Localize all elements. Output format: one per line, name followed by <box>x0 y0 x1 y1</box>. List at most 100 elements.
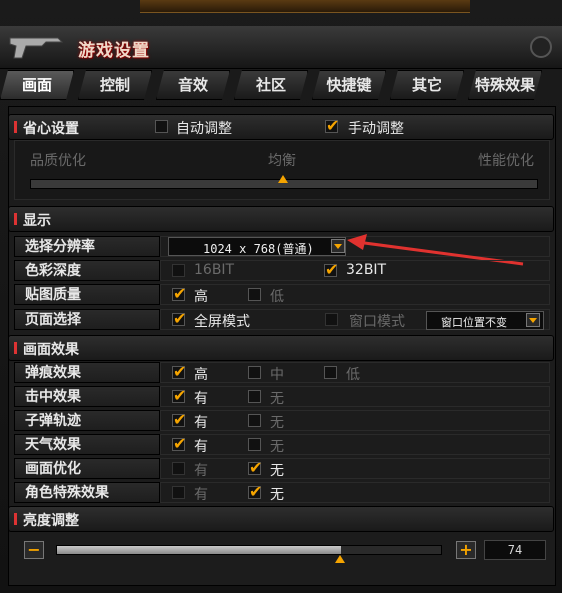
hit-effect-off-checkbox[interactable] <box>248 390 261 403</box>
hit-effect-on-label: 有 <box>194 391 208 407</box>
weather-effect-off-label: 无 <box>270 439 284 455</box>
section-marker <box>14 513 17 525</box>
hit-effect-row <box>160 386 550 407</box>
preset-slider-thumb[interactable] <box>278 175 288 183</box>
manual-adjust-checkbox[interactable] <box>325 116 339 135</box>
hit-effect-on-checkbox[interactable] <box>172 386 186 405</box>
color-depth-label: 色彩深度 <box>14 260 160 281</box>
screen-optimization-off-checkbox[interactable] <box>248 458 262 477</box>
display-header-label: 显示 <box>23 213 51 229</box>
screen-optimization-off-label: 无 <box>270 463 284 479</box>
bullet-marks-low-checkbox[interactable] <box>324 366 337 379</box>
tab-sound[interactable]: 音效 <box>156 70 230 100</box>
window-title: 游戏设置 <box>78 41 150 61</box>
brightness-value: 74 <box>507 543 523 557</box>
auto-adjust-label: 自动调整 <box>176 121 232 137</box>
color-32bit-checkbox[interactable] <box>324 260 338 279</box>
minus-icon: − <box>27 540 41 559</box>
settings-window: 游戏设置 画面 控制 音效 社区 快捷键 其它 特殊效果 省心设置 自动调整 手… <box>0 0 562 593</box>
texture-low-label: 低 <box>270 289 284 305</box>
quality-label: 品质优化 <box>30 153 86 169</box>
brightness-slider-thumb[interactable] <box>335 555 346 563</box>
resolution-label: 选择分辨率 <box>14 236 160 257</box>
title-bar: 游戏设置 <box>0 26 562 69</box>
character-effects-on-checkbox[interactable] <box>172 486 185 499</box>
brightness-slider-track[interactable] <box>56 545 442 555</box>
effects-header-label: 画面效果 <box>23 342 79 358</box>
brightness-plus-button[interactable]: + <box>456 541 476 559</box>
brightness-header-label: 亮度调整 <box>23 513 79 529</box>
character-effects-row <box>160 482 550 503</box>
bullet-trail-off-checkbox[interactable] <box>248 414 261 427</box>
bullet-trail-label: 子弹轨迹 <box>14 410 160 431</box>
brightness-slider-fill <box>57 546 342 554</box>
resolution-value: 1024 x 768(普通) <box>203 242 314 256</box>
color-32bit-label: 32BIT <box>346 262 387 278</box>
balance-label: 均衡 <box>268 153 296 169</box>
fullscreen-checkbox[interactable] <box>172 309 186 328</box>
resolution-select[interactable]: 1024 x 768(普通) <box>168 237 346 256</box>
preset-header-label: 省心设置 <box>23 121 79 137</box>
windowed-checkbox[interactable] <box>325 313 338 326</box>
character-effects-off-checkbox[interactable] <box>248 482 262 501</box>
tab-community[interactable]: 社区 <box>234 70 308 100</box>
tab-graphics[interactable]: 画面 <box>0 70 74 100</box>
color-16bit-checkbox[interactable] <box>172 264 185 277</box>
effects-section-header: 画面效果 <box>8 335 554 361</box>
brightness-value-box: 74 <box>484 540 546 560</box>
gun-icon <box>9 37 64 59</box>
weather-effect-on-checkbox[interactable] <box>172 434 186 453</box>
bullet-trail-off-label: 无 <box>270 415 284 431</box>
section-marker <box>14 213 17 225</box>
weather-effect-label: 天气效果 <box>14 434 160 455</box>
display-section-header: 显示 <box>8 206 554 232</box>
tab-hotkeys[interactable]: 快捷键 <box>312 70 386 100</box>
brightness-section-header: 亮度调整 <box>8 506 554 532</box>
color-16bit-label: 16BIT <box>194 262 235 278</box>
bullet-marks-low-label: 低 <box>346 367 360 383</box>
weather-effect-on-label: 有 <box>194 439 208 455</box>
texture-high-label: 高 <box>194 289 208 305</box>
manual-adjust-label: 手动调整 <box>348 121 404 137</box>
tab-bar: 画面 控制 音效 社区 快捷键 其它 特殊效果 <box>0 70 562 100</box>
bullet-marks-label: 弹痕效果 <box>14 362 160 383</box>
brightness-minus-button[interactable]: − <box>24 541 44 559</box>
character-effects-on-label: 有 <box>194 487 208 503</box>
section-marker <box>14 121 17 133</box>
auto-adjust-checkbox[interactable] <box>155 120 168 133</box>
texture-high-checkbox[interactable] <box>172 284 186 303</box>
bullet-marks-high-label: 高 <box>194 367 208 383</box>
texture-low-checkbox[interactable] <box>248 288 261 301</box>
texture-quality-label: 贴图质量 <box>14 284 160 305</box>
bullet-marks-mid-checkbox[interactable] <box>248 366 261 379</box>
tab-other[interactable]: 其它 <box>390 70 464 100</box>
tab-control[interactable]: 控制 <box>78 70 152 100</box>
resolution-dropdown-button[interactable] <box>331 239 345 253</box>
hit-effect-label: 击中效果 <box>14 386 160 407</box>
fullscreen-label: 全屏模式 <box>194 314 250 330</box>
plus-icon: + <box>459 540 473 559</box>
texture-quality-row <box>160 284 550 305</box>
preset-slider-area <box>14 140 550 200</box>
close-icon[interactable] <box>530 36 552 58</box>
screen-optimization-on-checkbox[interactable] <box>172 462 185 475</box>
tab-special-effects[interactable]: 特殊效果 <box>468 70 542 100</box>
preset-section-header: 省心设置 <box>8 114 554 140</box>
screen-optimization-label: 画面优化 <box>14 458 160 479</box>
screen-mode-label: 页面选择 <box>14 309 160 330</box>
hit-effect-off-label: 无 <box>270 391 284 407</box>
screen-optimization-row <box>160 458 550 479</box>
bullet-trail-on-label: 有 <box>194 415 208 431</box>
character-effects-label: 角色特殊效果 <box>14 482 160 503</box>
bullet-trail-on-checkbox[interactable] <box>172 410 186 429</box>
top-ornament <box>140 0 470 13</box>
screen-optimization-on-label: 有 <box>194 463 208 479</box>
bullet-trail-row <box>160 410 550 431</box>
windowed-label: 窗口模式 <box>349 314 405 330</box>
weather-effect-off-checkbox[interactable] <box>248 438 261 451</box>
bullet-marks-high-checkbox[interactable] <box>172 362 186 381</box>
bullet-marks-mid-label: 中 <box>270 367 284 383</box>
window-position-dropdown-button[interactable] <box>526 313 540 327</box>
section-marker <box>14 342 17 354</box>
performance-label: 性能优化 <box>478 153 534 169</box>
